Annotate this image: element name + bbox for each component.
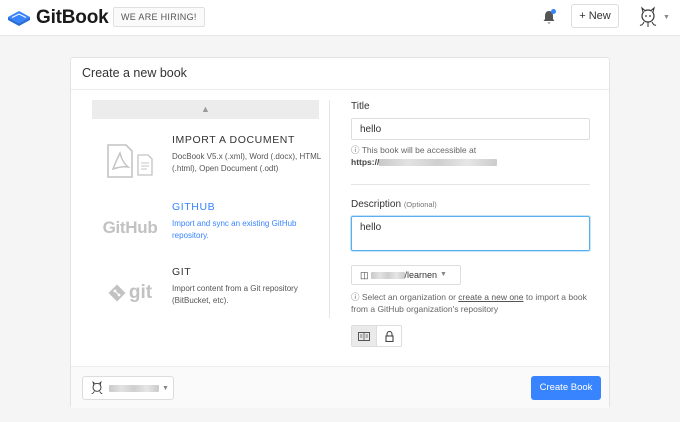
book-logo-icon [8, 11, 30, 26]
source-github[interactable]: GitHub GITHUB Import and sync an existin… [92, 201, 319, 263]
bell-icon[interactable] [541, 8, 557, 26]
collapse-sources-button[interactable]: ▲ [92, 100, 319, 119]
column-divider [329, 100, 330, 318]
octocat-avatar-icon [91, 380, 103, 394]
create-book-button[interactable]: Create Book [531, 376, 601, 400]
hiring-badge[interactable]: WE ARE HIRING! [113, 7, 205, 27]
user-menu[interactable]: ▼ [636, 5, 674, 29]
top-bar: GitBook WE ARE HIRING! + New ▼ [0, 0, 680, 36]
chevron-down-icon: ▼ [663, 13, 670, 21]
source-title: IMPORT A DOCUMENT [172, 134, 295, 146]
source-description: Import content from a Git repository (Bi… [172, 284, 298, 305]
redacted-owner [370, 271, 405, 279]
pdf-document-icon [100, 138, 160, 184]
description-input[interactable]: hello [351, 216, 590, 251]
organization-help: ⓘ Select an organization or create a new… [351, 291, 596, 315]
chevron-down-icon: ▼ [162, 384, 169, 392]
info-icon: ⓘ [351, 292, 360, 302]
chevron-up-icon: ▲ [201, 104, 210, 114]
org-help-prefix: Select an organization or [361, 292, 459, 302]
owner-select[interactable]: ▼ [82, 376, 174, 400]
accessible-note-text: This book will be accessible at [361, 145, 477, 155]
form-divider [351, 184, 590, 185]
public-book-icon [358, 331, 370, 341]
source-description: Import and sync an existing GitHub repos… [172, 219, 297, 240]
visibility-toggle [351, 325, 402, 347]
git-logo-icon: git [100, 270, 160, 316]
source-title: GITHUB [172, 201, 216, 213]
source-git[interactable]: git GIT Import content from a Git reposi… [92, 266, 319, 328]
git-logo-text: git [128, 282, 153, 303]
info-icon: ⓘ [351, 145, 360, 155]
repo-icon: ◫ [360, 270, 369, 280]
divider [71, 89, 609, 90]
github-logo-text: GitHub [102, 218, 158, 237]
page-title: Create a new book [82, 66, 187, 80]
title-input[interactable] [351, 118, 590, 140]
create-book-card: Create a new book ▲ IMPORT A DOCUMENT Do… [70, 57, 610, 408]
accessible-url-prefix: https:// [351, 157, 380, 167]
new-button[interactable]: + New [571, 4, 619, 28]
accessible-note: ⓘ This book will be accessible at https:… [351, 144, 498, 168]
github-logo-icon: GitHub [100, 205, 160, 251]
public-visibility-button[interactable] [352, 326, 377, 346]
chevron-down-icon: ▼ [440, 271, 447, 278]
title-label: Title [351, 101, 370, 112]
octocat-avatar-icon [639, 6, 657, 27]
optional-hint: (Optional) [403, 200, 437, 209]
create-organization-link[interactable]: create a new one [458, 292, 523, 302]
repository-dropdown[interactable]: ◫ /learnen ▼ [351, 265, 461, 285]
redacted-url [379, 159, 498, 167]
lock-icon [384, 330, 394, 342]
repository-name: /learnen [404, 270, 438, 280]
description-label: Description (Optional) [351, 199, 437, 210]
description-label-text: Description [351, 199, 402, 210]
redacted-owner-name [109, 384, 159, 392]
source-title: GIT [172, 266, 192, 278]
private-visibility-button[interactable] [377, 326, 401, 346]
gitbook-logo[interactable]: GitBook [6, 7, 109, 29]
source-import-document[interactable]: IMPORT A DOCUMENT DocBook V5.x (.xml), W… [92, 134, 321, 196]
brand-name: GitBook [36, 7, 109, 28]
source-description: DocBook V5.x (.xml), Word (.docx), HTML … [172, 152, 321, 173]
